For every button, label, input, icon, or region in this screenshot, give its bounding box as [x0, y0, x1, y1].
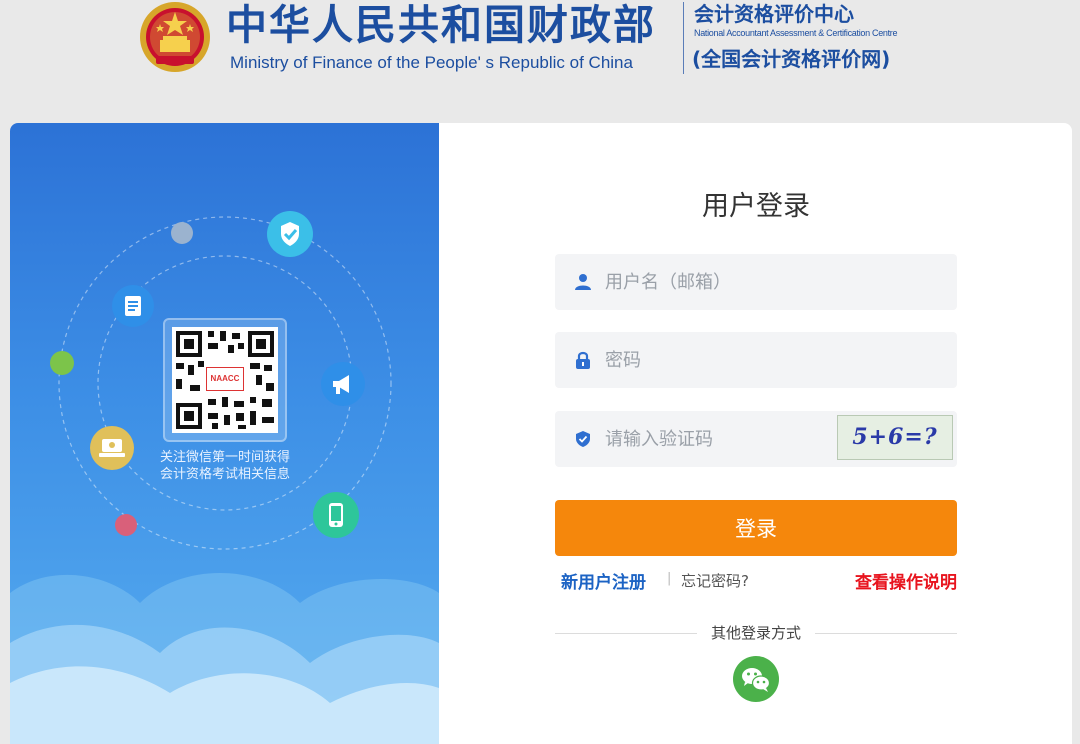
other-login-divider: 其他登录方式	[555, 621, 957, 645]
qr-caption: 关注微信第一时间获得 会计资格考试相关信息	[140, 449, 310, 483]
orbit-dot-green	[50, 351, 74, 375]
link-separator: |	[667, 571, 672, 586]
forgot-password-link[interactable]: 忘记密码?	[681, 570, 749, 591]
wechat-qr-code: NAACC	[163, 318, 287, 442]
qr-code-image: NAACC	[172, 327, 278, 433]
header-divider	[683, 2, 684, 74]
qr-caption-line2: 会计资格考试相关信息	[159, 467, 290, 482]
password-field[interactable]	[555, 332, 957, 388]
orbit-dot-gray	[171, 222, 193, 244]
mobile-phone-icon	[313, 492, 359, 538]
captcha-input[interactable]	[605, 411, 825, 467]
password-input[interactable]	[605, 332, 945, 388]
username-field[interactable]	[555, 254, 957, 310]
divider-line-right	[815, 633, 957, 634]
login-button[interactable]: 登录	[555, 500, 957, 556]
centre-title-en: National Accountant Assessment & Certifi…	[694, 28, 898, 38]
orbit-dot-red	[115, 514, 137, 536]
captcha-image[interactable]: 5+6=?	[837, 415, 953, 460]
wechat-icon	[742, 668, 771, 692]
centre-network-name: (全国会计资格评价网)	[692, 47, 891, 71]
username-input[interactable]	[605, 254, 945, 310]
ministry-title-en: Ministry of Finance of the People' s Rep…	[230, 53, 633, 72]
login-links: 新用户注册 | 忘记密码? 查看操作说明	[555, 568, 957, 594]
ministry-title-cn: 中华人民共和国财政部	[226, 1, 656, 49]
qr-center-logo: NAACC	[206, 367, 244, 391]
shield-check-icon	[267, 211, 313, 257]
laptop-icon	[90, 426, 134, 470]
login-title: 用户登录	[702, 191, 810, 222]
user-icon	[575, 274, 591, 290]
login-card: NAACC 关注微信第一时间获得 会计资格考试相关信息 用户登录 5+6=?	[10, 123, 1072, 744]
wechat-login-button[interactable]	[733, 656, 779, 702]
centre-title-cn: 会计资格评价中心	[694, 2, 854, 26]
shield-check-icon	[576, 431, 590, 447]
document-icon	[112, 285, 154, 327]
lock-icon	[576, 351, 590, 369]
megaphone-icon	[321, 362, 365, 406]
register-link[interactable]: 新用户注册	[561, 568, 646, 593]
site-header: 中华人民共和国财政部 Ministry of Finance of the Pe…	[0, 0, 1080, 110]
captcha-field[interactable]: 5+6=?	[555, 411, 957, 467]
promo-panel: NAACC 关注微信第一时间获得 会计资格考试相关信息	[10, 123, 439, 744]
national-emblem-icon	[140, 2, 210, 72]
qr-caption-line1: 关注微信第一时间获得	[159, 450, 290, 465]
help-link[interactable]: 查看操作说明	[855, 568, 957, 593]
